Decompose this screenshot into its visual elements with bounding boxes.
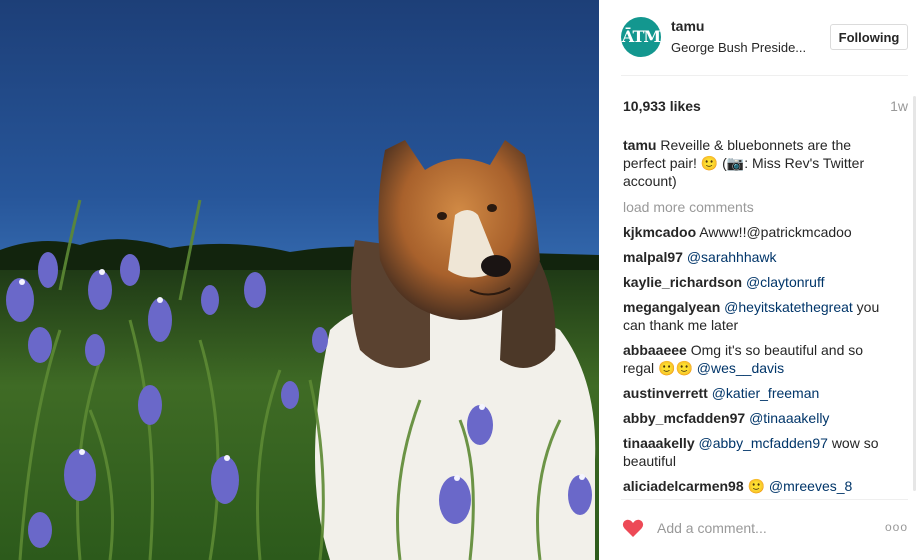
comment-mention[interactable]: @sarahhhawk [687, 249, 777, 265]
instagram-post-view: ĀTM tamu George Bush Preside... Followin… [0, 0, 918, 560]
comments-list: tamu Reveille & bluebonnets are the perf… [623, 136, 893, 494]
comment-mention[interactable]: @abby_mcfadden97 [699, 435, 828, 451]
comment-item: austinverrett @katier_freeman [623, 384, 893, 402]
comment-item: kaylie_richardson @claytonruff [623, 273, 893, 291]
likes-count[interactable]: 10,933 likes [623, 98, 701, 114]
comment-user[interactable]: abby_mcfadden97 [623, 410, 745, 426]
avatar[interactable]: ĀTM [621, 17, 661, 57]
comment-item: abbaaeee Omg it's so beautiful and so re… [623, 341, 893, 377]
post-location[interactable]: George Bush Preside... [671, 40, 806, 55]
comment-item: megangalyean @heyitskatethegreat you can… [623, 298, 893, 334]
comment-user[interactable]: megangalyean [623, 299, 720, 315]
comment-item: aliciadelcarmen98 🙂 @mreeves_8 [623, 477, 893, 494]
add-comment-input[interactable]: Add a comment... [657, 520, 767, 536]
footer-divider [621, 499, 908, 500]
post-header: ĀTM tamu George Bush Preside... Followin… [599, 0, 918, 75]
comment-item: abby_mcfadden97 @tinaaakelly [623, 409, 893, 427]
caption: tamu Reveille & bluebonnets are the perf… [623, 136, 893, 190]
comment-text: Awww!!@patrickmcadoo [699, 224, 852, 240]
comment-text: 🙂 [747, 478, 765, 494]
caption-user[interactable]: tamu [623, 137, 656, 153]
comment-mention[interactable]: @wes__davis [697, 360, 784, 376]
following-button[interactable]: Following [830, 24, 908, 50]
comment-user[interactable]: malpal97 [623, 249, 683, 265]
avatar-logo: ĀTM [621, 27, 661, 46]
comment-mention[interactable]: @claytonruff [746, 274, 825, 290]
comment-item: tinaaakelly @abby_mcfadden97 wow so beau… [623, 434, 893, 470]
post-side-panel: ĀTM tamu George Bush Preside... Followin… [599, 0, 918, 560]
comment-mention[interactable]: @tinaaakelly [749, 410, 829, 426]
comment-user[interactable]: austinverrett [623, 385, 708, 401]
comments-scrollbar[interactable] [913, 96, 916, 491]
load-more-comments-link[interactable]: load more comments [623, 198, 893, 216]
comment-user[interactable]: kjkmcadoo [623, 224, 696, 240]
comment-mention[interactable]: @katier_freeman [712, 385, 820, 401]
comment-item: malpal97 @sarahhhawk [623, 248, 893, 266]
comment-item: kjkmcadoo Awww!!@patrickmcadoo [623, 223, 893, 241]
post-username[interactable]: tamu [671, 18, 704, 34]
comment-user[interactable]: kaylie_richardson [623, 274, 742, 290]
like-heart-icon[interactable] [621, 516, 645, 540]
comment-mention[interactable]: @mreeves_8 [769, 478, 852, 494]
comment-user[interactable]: aliciadelcarmen98 [623, 478, 744, 494]
comment-user[interactable]: tinaaakelly [623, 435, 695, 451]
photo-collie-bluebonnets [0, 0, 599, 560]
header-divider [621, 75, 908, 76]
post-timestamp[interactable]: 1w [890, 98, 908, 114]
comment-mention[interactable]: @heyitskatethegreat [724, 299, 853, 315]
caption-text: Reveille & bluebonnets are the perfect p… [623, 137, 865, 189]
post-photo[interactable] [0, 0, 599, 560]
comment-user[interactable]: abbaaeee [623, 342, 687, 358]
more-options-icon[interactable]: ooo [885, 520, 908, 534]
